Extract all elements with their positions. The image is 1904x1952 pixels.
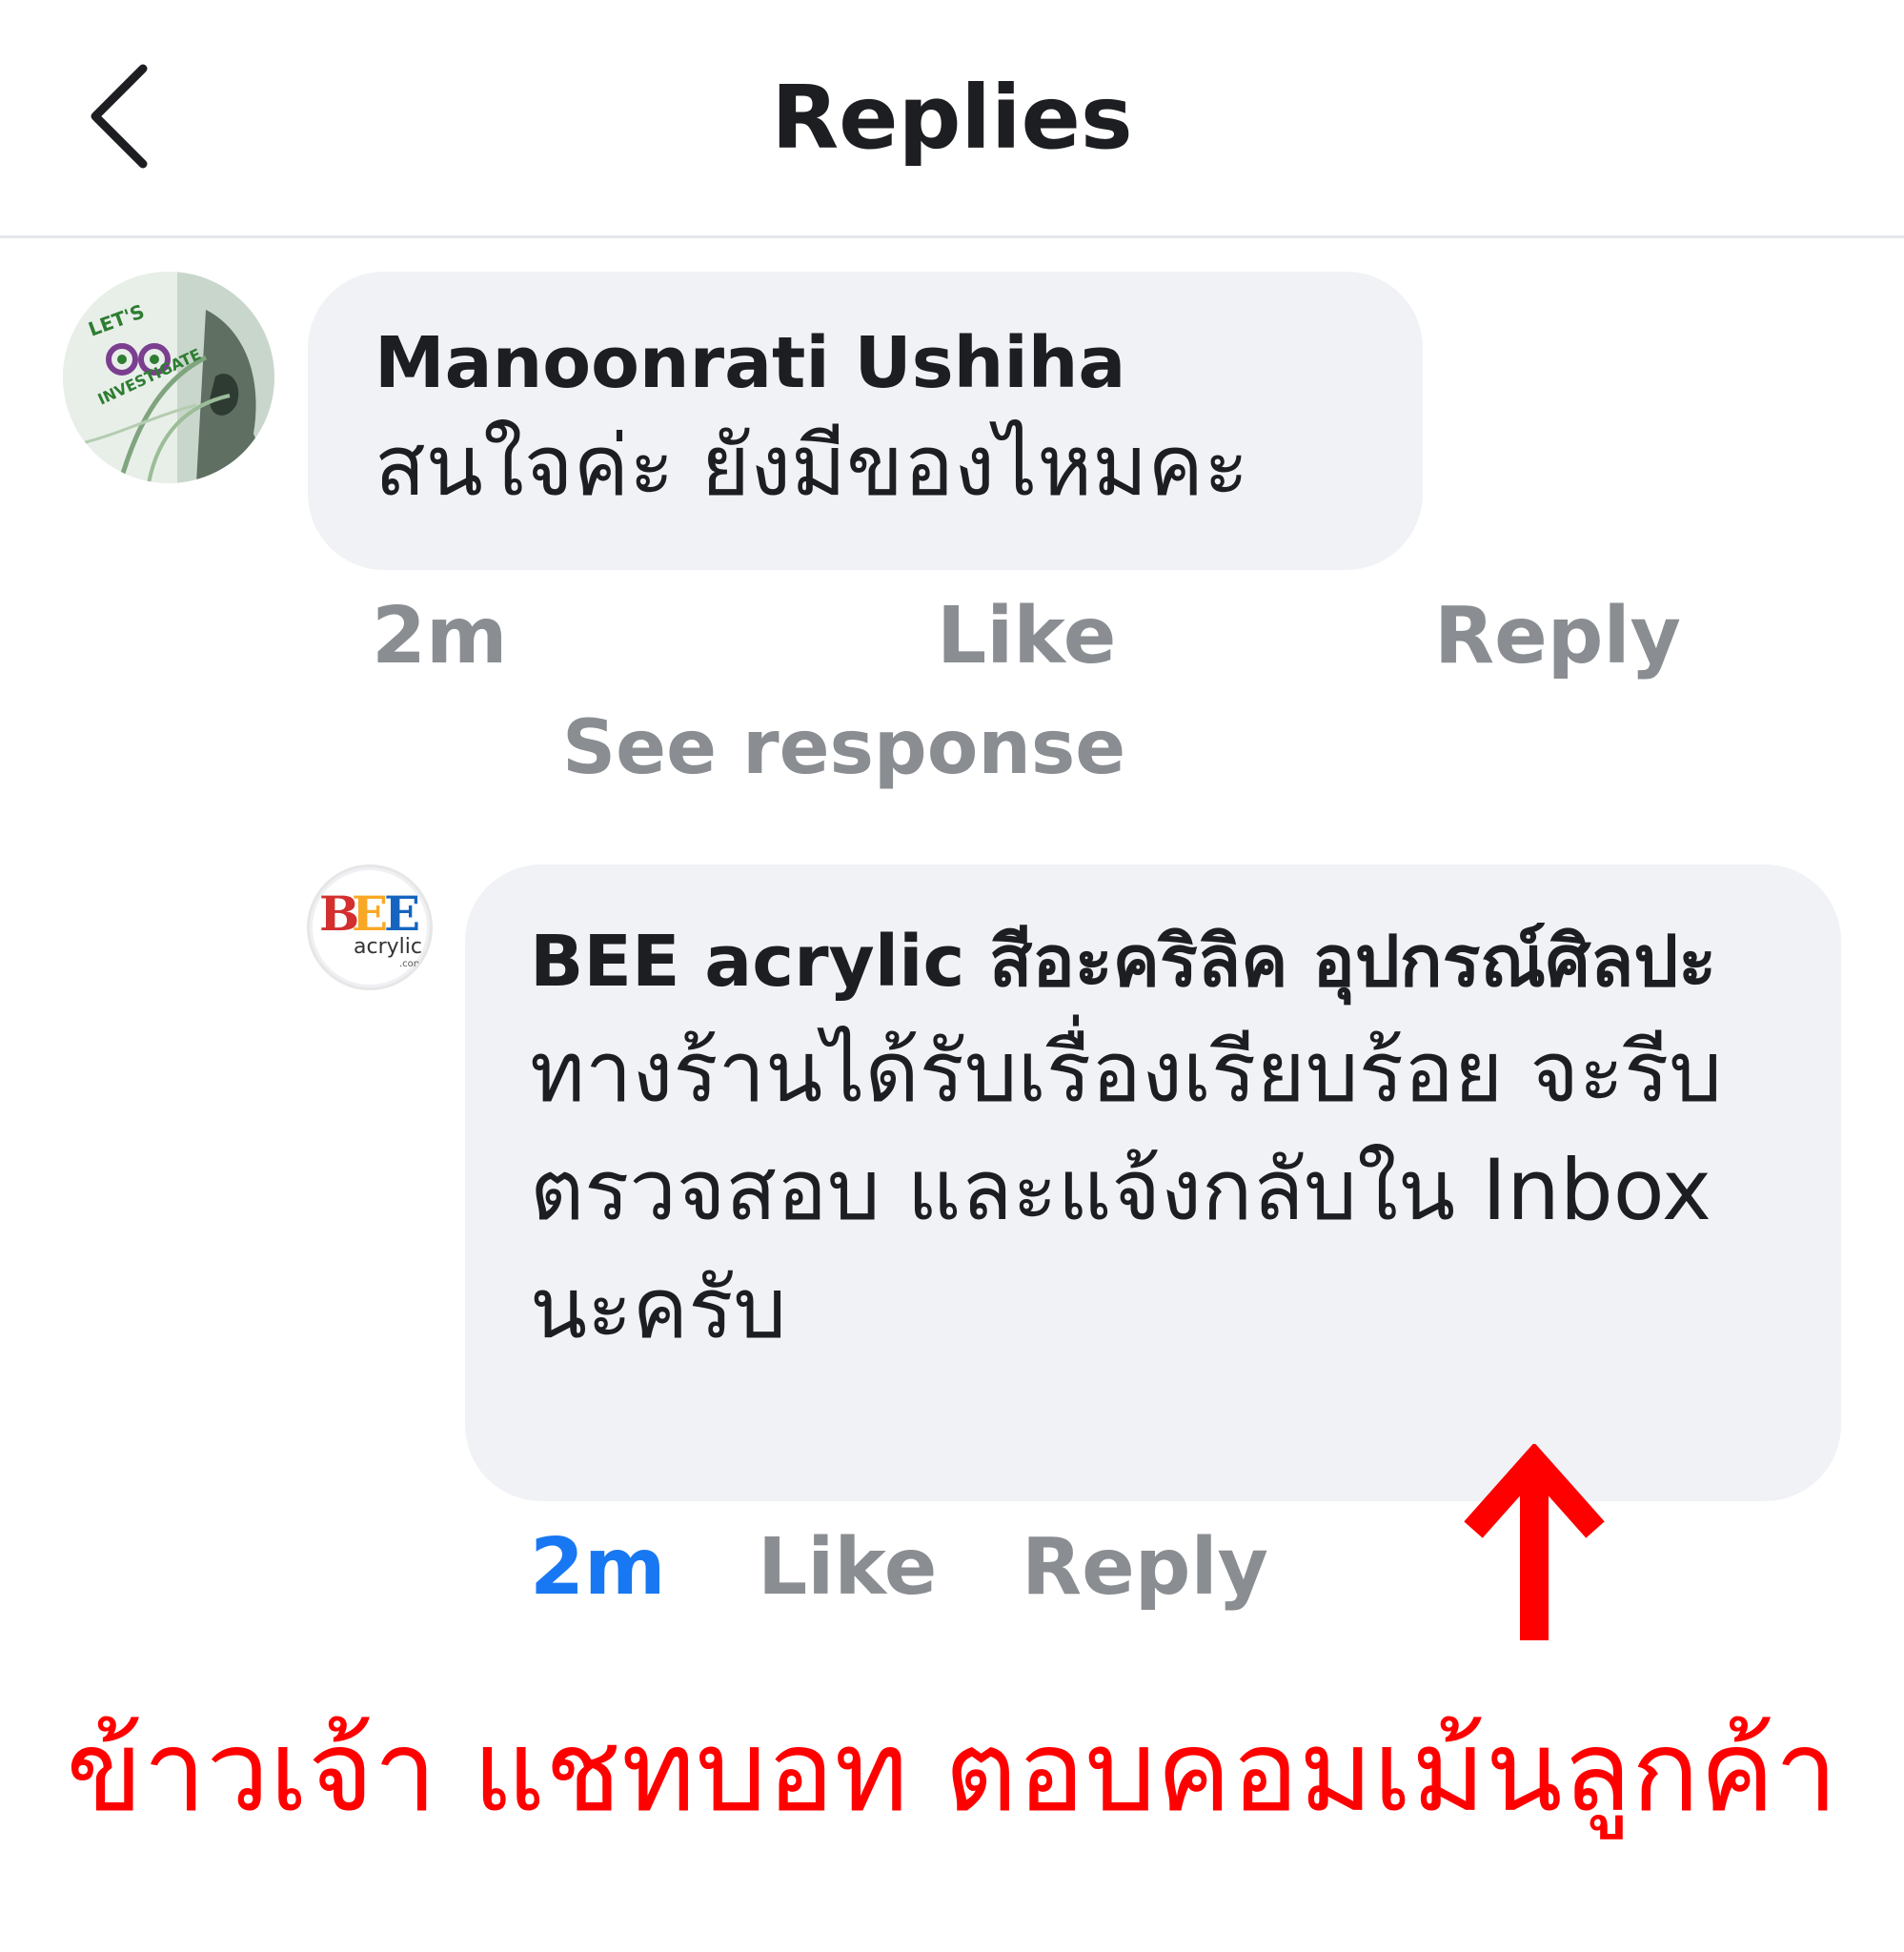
comment-bubble: Manoonrati Ushiha สนใจค่ะ ยังมีของไหมคะ bbox=[308, 272, 1423, 570]
reply-like-button[interactable]: Like bbox=[758, 1520, 937, 1616]
avatar-commenter[interactable]: LET'S INVESTIGATE bbox=[63, 272, 274, 483]
comment-author[interactable]: Manoonrati Ushiha bbox=[375, 319, 1423, 407]
annotation-caption: ข้าวเจ้า แชทบอท ตอบคอมเม้นลูกค้า bbox=[66, 1705, 1838, 1837]
see-response-link[interactable]: See response bbox=[562, 701, 1125, 796]
comment-like-button[interactable]: Like bbox=[937, 589, 1116, 684]
reply-author[interactable]: BEE acrylic สีอะคริลิค อุปกรณ์ศิลปะ bbox=[530, 914, 1784, 1009]
header-bar: Replies bbox=[0, 0, 1904, 238]
reply-bubble: BEE acrylic สีอะคริลิค อุปกรณ์ศิลปะ ทางร… bbox=[465, 864, 1841, 1501]
avatar-page[interactable]: B E E acrylic .com bbox=[307, 864, 433, 990]
avatar-image: LET'S INVESTIGATE bbox=[63, 272, 274, 483]
svg-text:.com: .com bbox=[399, 959, 423, 969]
comment-reply-button[interactable]: Reply bbox=[1434, 589, 1681, 684]
comment-timestamp[interactable]: 2m bbox=[372, 589, 508, 684]
reply-reply-button[interactable]: Reply bbox=[1022, 1520, 1268, 1616]
bee-acrylic-logo: B E E acrylic .com bbox=[319, 885, 423, 969]
comment-text: สนใจค่ะ ยังมีของไหมคะ bbox=[375, 417, 1249, 515]
arrow-up-icon bbox=[1464, 1444, 1605, 1640]
reply-timestamp[interactable]: 2m bbox=[530, 1520, 666, 1616]
page-title: Replies bbox=[771, 67, 1133, 169]
svg-text:E: E bbox=[384, 885, 420, 942]
svg-text:E: E bbox=[352, 885, 388, 942]
reply-text: ทางร้านได้รับเรื่องเรียบร้อย จะรีบตรวจสอ… bbox=[530, 1023, 1723, 1357]
svg-text:acrylic: acrylic bbox=[354, 935, 422, 959]
